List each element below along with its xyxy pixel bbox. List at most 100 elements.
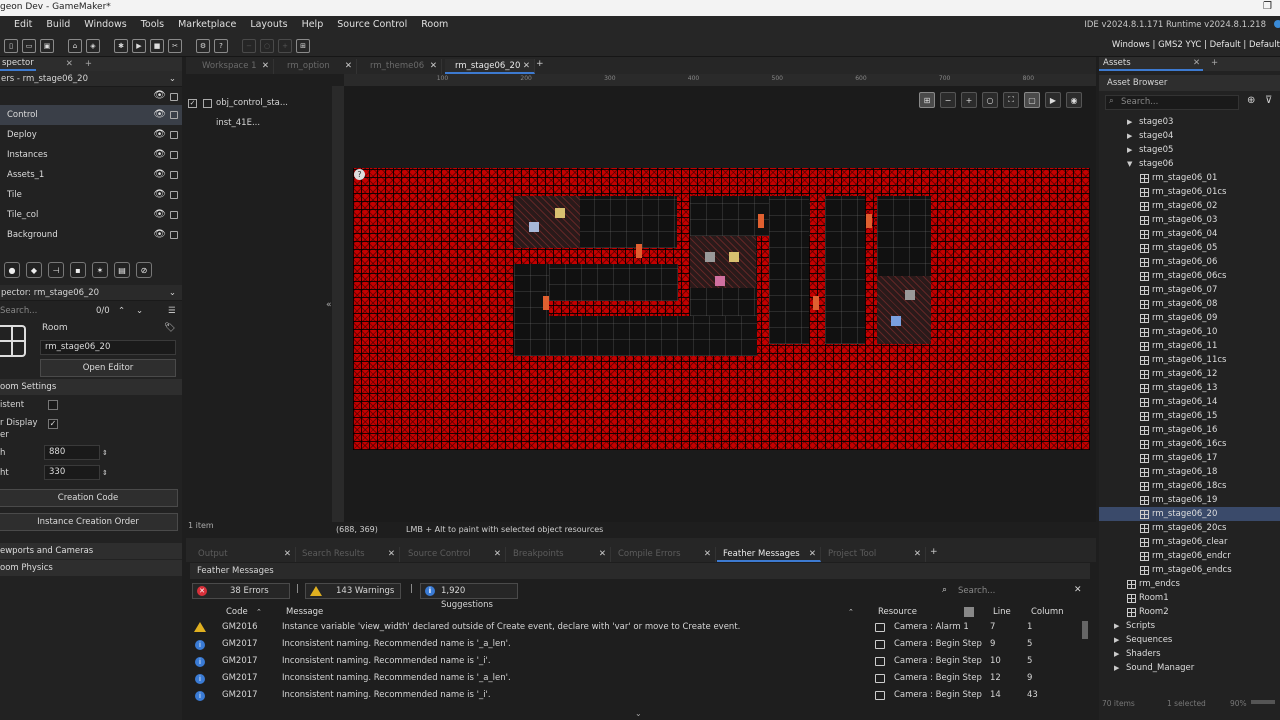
asset-item[interactable]: rm_stage06_20 <box>1099 507 1280 521</box>
clear-search-icon[interactable]: ✕ <box>1074 585 1082 595</box>
enemy-sprite[interactable] <box>555 208 565 218</box>
editor-tab[interactable]: rm_theme06 ✕ <box>360 59 442 74</box>
asset-item[interactable]: rm_stage06_10 <box>1099 325 1280 339</box>
asset-item[interactable]: rm_stage06_03 <box>1099 213 1280 227</box>
asset-folder[interactable]: ▶ stage03 <box>1099 115 1280 129</box>
asset-item[interactable]: rm_stage06_12 <box>1099 367 1280 381</box>
output-tab[interactable]: Breakpoints ✕ <box>507 547 611 562</box>
close-tab-icon[interactable]: ✕ <box>388 547 395 561</box>
zoom-reset-icon[interactable]: ○ <box>260 39 274 53</box>
height-field[interactable]: 330 <box>44 465 100 480</box>
room-settings-section[interactable]: oom Settings <box>0 379 182 395</box>
close-tab-icon[interactable]: ✕ <box>494 547 501 561</box>
chevron-down-icon[interactable]: ⌄ <box>136 301 143 321</box>
chevron-right-icon[interactable]: ▶ <box>1127 115 1132 129</box>
eye-icon[interactable]: 👁 <box>153 225 166 245</box>
room-name-field[interactable]: rm_stage06_20 <box>40 340 176 355</box>
asset-item[interactable]: rm_stage06_13 <box>1099 381 1280 395</box>
feather-search-input[interactable]: Search... <box>958 586 995 596</box>
chevron-right-icon[interactable]: ▶ <box>1127 143 1132 157</box>
close-tab-icon[interactable]: ✕ <box>284 547 291 561</box>
menu-item[interactable]: Tools <box>141 19 164 30</box>
editor-tab[interactable]: Workspace 1 ✕ <box>192 59 274 74</box>
layer-row[interactable]: Instances 👁 <box>0 145 182 165</box>
zoom-in-icon[interactable]: + <box>961 92 977 108</box>
column-message[interactable]: Message <box>286 605 323 619</box>
menu-icon[interactable]: ☰ <box>168 301 176 321</box>
chevron-right-icon[interactable]: ▶ <box>1114 619 1119 633</box>
asset-item[interactable]: rm_stage06_endcs <box>1099 563 1280 577</box>
output-tab[interactable]: Search Results ✕ <box>296 547 400 562</box>
chevron-right-icon[interactable]: ▶ <box>1114 633 1119 647</box>
close-tab-icon[interactable]: ✕ <box>809 547 816 561</box>
close-icon[interactable]: ✕ <box>1193 58 1200 68</box>
tag-icon[interactable]: 🏷 <box>164 323 175 333</box>
asset-item[interactable]: rm_endcs <box>1099 577 1280 591</box>
frame-icon[interactable]: ▢ <box>1024 92 1040 108</box>
asset-item[interactable]: rm_stage06_08 <box>1099 297 1280 311</box>
viewports-section[interactable]: ewports and Cameras <box>0 543 182 559</box>
column-options-icon[interactable] <box>964 607 974 617</box>
warnings-filter[interactable]: 143 Warnings <box>305 583 401 599</box>
output-tab[interactable]: Source Control ✕ <box>402 547 506 562</box>
chevron-right-icon[interactable]: ▶ <box>1127 129 1132 143</box>
asset-item[interactable]: rm_stage06_14 <box>1099 395 1280 409</box>
torch-sprite[interactable] <box>543 296 549 310</box>
asset-item[interactable]: rm_stage06_16 <box>1099 423 1280 437</box>
asset-item[interactable]: rm_stage06_04 <box>1099 227 1280 241</box>
asset-folder[interactable]: ▶ Shaders <box>1099 647 1280 661</box>
column-code[interactable]: Code <box>226 605 248 619</box>
lock-icon[interactable] <box>170 111 178 119</box>
output-tab[interactable]: Compile Errors ✕ <box>612 547 716 562</box>
inspector-search-input[interactable]: Search... <box>0 301 37 321</box>
eye-icon[interactable]: 👁 <box>153 205 166 225</box>
asset-item[interactable]: rm_stage06_18cs <box>1099 479 1280 493</box>
asset-item[interactable]: rm_stage06_15 <box>1099 409 1280 423</box>
restore-icon[interactable]: ❐ <box>1263 1 1272 12</box>
eye-icon[interactable]: 👁 <box>153 125 166 145</box>
camera-icon[interactable]: ◉ <box>1066 92 1082 108</box>
zoom-slider[interactable] <box>1251 700 1275 704</box>
asset-item[interactable]: Room2 <box>1099 605 1280 619</box>
lock-icon[interactable] <box>170 171 178 179</box>
menu-item[interactable]: Source Control <box>337 19 407 30</box>
menu-item[interactable]: Windows <box>84 19 126 30</box>
asset-folder[interactable]: ▶ Sound_Manager <box>1099 661 1280 675</box>
open-editor-button[interactable]: Open Editor <box>40 359 176 377</box>
creation-code-button[interactable]: Creation Code <box>0 489 178 507</box>
menu-item[interactable]: Marketplace <box>178 19 236 30</box>
asset-item[interactable]: rm_stage06_17 <box>1099 451 1280 465</box>
new-project-icon[interactable]: ▯ <box>4 39 18 53</box>
lock-icon[interactable] <box>170 151 178 159</box>
asset-layer-icon[interactable]: ▪ <box>70 262 86 278</box>
asset-item[interactable]: Room1 <box>1099 591 1280 605</box>
layer-row[interactable]: Background 👁 <box>0 225 182 245</box>
enemy-sprite[interactable] <box>715 276 725 286</box>
save-icon[interactable]: ▣ <box>40 39 54 53</box>
eye-icon[interactable]: 👁 <box>153 105 166 125</box>
help-icon[interactable]: ? <box>214 39 228 53</box>
column-column[interactable]: Column <box>1031 605 1064 619</box>
menu-item[interactable]: Build <box>46 19 70 30</box>
debug-icon[interactable]: ✱ <box>114 39 128 53</box>
output-tab[interactable]: Output ✕ <box>192 547 296 562</box>
asset-item[interactable]: rm_stage06_02 <box>1099 199 1280 213</box>
asset-item[interactable]: rm_stage06_20cs <box>1099 521 1280 535</box>
chevron-up-icon[interactable]: ⌃ <box>118 301 125 321</box>
play-icon[interactable]: ▶ <box>1045 92 1061 108</box>
room-canvas[interactable]: ⊞ − + ○ ⛶ ▢ ▶ ◉ ? <box>344 86 1096 522</box>
errors-filter[interactable]: ✕ 38 Errors <box>192 583 290 599</box>
eye-icon[interactable]: 👁 <box>153 145 166 165</box>
zoom-out-icon[interactable]: − <box>940 92 956 108</box>
column-line[interactable]: Line <box>993 605 1011 619</box>
close-tab-icon[interactable]: ✕ <box>914 547 921 561</box>
editor-tab[interactable]: rm_stage06_20 ✕ <box>445 59 535 74</box>
lock-icon[interactable] <box>170 93 178 101</box>
enemy-sprite[interactable] <box>705 252 715 262</box>
eye-icon[interactable]: 👁 <box>153 185 166 205</box>
asset-item[interactable]: rm_stage06_19 <box>1099 493 1280 507</box>
layer-row[interactable]: Assets_1 👁 <box>0 165 182 185</box>
player-sprite[interactable] <box>891 316 901 326</box>
physics-section[interactable]: oom Physics <box>0 560 182 576</box>
asset-folder[interactable]: ▶ stage05 <box>1099 143 1280 157</box>
